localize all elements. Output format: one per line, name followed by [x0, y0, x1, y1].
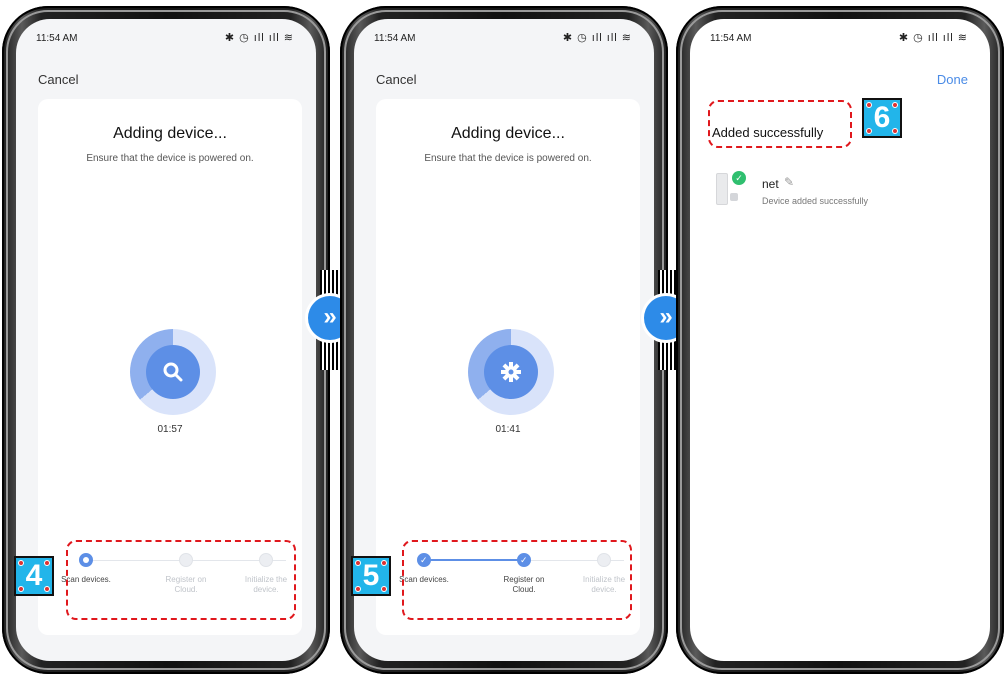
cancel-button[interactable]: Cancel	[376, 72, 416, 87]
highlight-box-steps-2	[402, 540, 632, 620]
badge-number: 5	[362, 559, 380, 592]
progress-spinner	[468, 329, 554, 415]
status-time: 11:54 AM	[36, 33, 78, 44]
status-icons: ✱ ◷ ıll ıll ≋	[562, 32, 632, 44]
page-subtitle: Ensure that the device is powered on.	[86, 153, 254, 164]
device-name: net	[762, 177, 779, 191]
status-time: 11:54 AM	[374, 33, 416, 44]
countdown-timer: 01:57	[157, 424, 183, 435]
device-status: Device added successfully	[762, 196, 869, 206]
step-badge-6: 6	[862, 98, 902, 138]
status-icons: ✱ ◷ ıll ıll ≋	[224, 32, 294, 44]
highlight-box-steps-1	[66, 540, 296, 620]
step-badge-5: 5	[351, 556, 391, 596]
gear-icon	[484, 345, 538, 399]
success-check-icon: ✓	[732, 171, 746, 185]
page-title: Adding device...	[113, 125, 227, 142]
device-thumbnail	[716, 173, 728, 205]
device-list-item[interactable]: ✓ net ✎ Device added successfully	[712, 169, 970, 209]
countdown-timer: 01:41	[495, 424, 521, 435]
status-bar: 11:54 AM ✱ ◷ ıll ıll ≋	[354, 19, 654, 47]
status-bar: 11:54 AM ✱ ◷ ıll ıll ≋	[690, 19, 990, 47]
done-button[interactable]: Done	[937, 72, 968, 87]
cancel-button[interactable]: Cancel	[38, 72, 78, 87]
edit-pencil-icon[interactable]: ✎	[784, 175, 794, 189]
status-icons: ✱ ◷ ıll ıll ≋	[898, 32, 968, 44]
status-bar: 11:54 AM ✱ ◷ ıll ıll ≋	[16, 19, 316, 47]
page-title: Adding device...	[451, 125, 565, 142]
status-time: 11:54 AM	[710, 33, 752, 44]
progress-spinner	[130, 329, 216, 415]
device-thumbnail-base	[730, 193, 738, 201]
highlight-box-added	[708, 100, 852, 148]
search-icon	[146, 345, 200, 399]
step-badge-4: 4	[14, 556, 54, 596]
page-subtitle: Ensure that the device is powered on.	[424, 153, 592, 164]
badge-number: 6	[873, 101, 891, 134]
badge-number: 4	[25, 559, 43, 592]
